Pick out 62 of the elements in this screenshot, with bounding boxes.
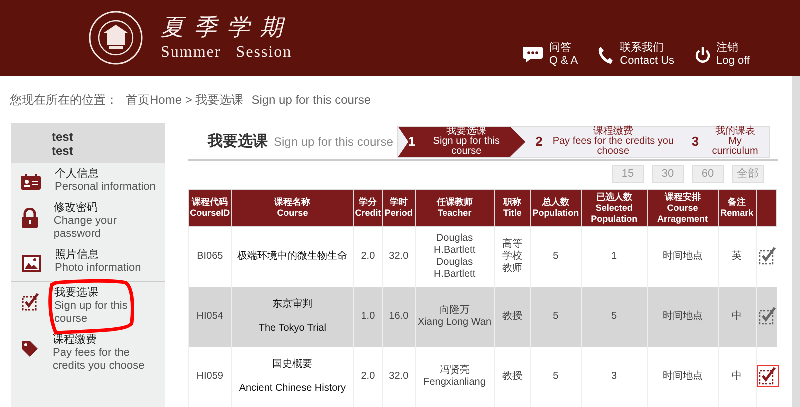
select-checkbox[interactable] [756,244,779,267]
page-title: 我要选课 [208,132,268,152]
table-cell: 中 [718,346,756,406]
table-cell: 向隆万 Xiang Long Wan [415,286,495,346]
breadcrumb-label: 您现在所在的位置： [10,92,118,108]
header-link[interactable]: 问答 Q & A [523,42,578,68]
logo-title: 夏季学期 [161,14,293,43]
table-cell: 5 [530,226,582,286]
user-name: test [52,130,74,144]
table-cell: HI054 [188,286,232,346]
logo-subtitle: Summer Session [161,43,293,63]
table-cell: 教授 [494,346,531,406]
price-tag-icon [21,340,39,358]
power-icon [694,46,711,64]
table-cell: 时间地点 [648,226,718,286]
table-cell: HI059 [188,346,232,406]
table-cell: 中 [718,286,756,346]
checkbox-icon [22,293,40,311]
table-cell: 时间地点 [648,346,718,406]
table-cell: 国史概要 Ancient Chinese History [232,346,354,406]
column-header: 课程代码 CourseID [188,190,232,226]
sidebar-item[interactable]: 照片信息 Photo information [11,244,165,278]
table-cell: 高等学校教师 [494,226,531,286]
table-cell: Douglas H.Bartlett Douglas H.Bartlett [415,226,495,286]
table-cell: 32.0 [382,346,416,406]
table-cell: 5 [581,286,648,346]
phone-icon [598,46,614,64]
header-link[interactable]: 注销 Log off [694,42,750,68]
table-cell: 冯贤亮 Fengxianliang [415,346,495,406]
university-seal-logo [89,11,143,65]
table-cell: BI065 [188,226,232,286]
page-subtitle: Sign up for this course [274,134,394,151]
breadcrumb-current: Sign up for this course [252,92,372,108]
sidebar-item[interactable]: 我要选课 Sign up for this course [11,281,165,329]
chat-bubble-icon [523,46,544,64]
sidebar-item[interactable]: 个人信息 Personal information [11,163,165,197]
table-cell: 16.0 [382,286,416,346]
breadcrumb-link[interactable]: 首页Home > 我要选课 [126,90,244,108]
table-cell: 英 [718,226,756,286]
table-cell: 1 [581,226,648,286]
table-cell: 教授 [494,286,531,346]
table-cell: 2.0 [354,346,383,406]
table-cell: 5 [530,346,582,406]
table-cell: 5 [530,286,582,346]
select-checkbox[interactable] [756,364,779,386]
sidebar-item[interactable]: 课程缴费 Pay fees for the credits you choose [11,329,165,376]
header-link[interactable]: 联系我们 Contact Us [598,42,675,68]
select-checkbox[interactable] [756,304,779,326]
table-cell: 3 [581,346,648,406]
padlock-icon [22,208,38,228]
table-cell: 东京审判 The Tokyo Trial [232,286,354,346]
table-cell: 1.0 [354,286,383,346]
user-name: test [52,144,74,158]
picture-icon [22,255,40,272]
table-cell: 极端环境中的微生物生命 [232,226,354,286]
id-card-icon [21,174,41,190]
step-indicator: 2 课程缴费 Pay fees for the credits you choose [534,127,675,157]
table-cell: 时间地点 [648,286,718,346]
sidebar-item[interactable]: 修改密码 Change your password [11,197,165,244]
step-indicator: 3 我的课表 My curriculum [690,127,760,157]
table-cell: 2.0 [354,226,383,286]
table-cell: 32.0 [382,226,416,286]
